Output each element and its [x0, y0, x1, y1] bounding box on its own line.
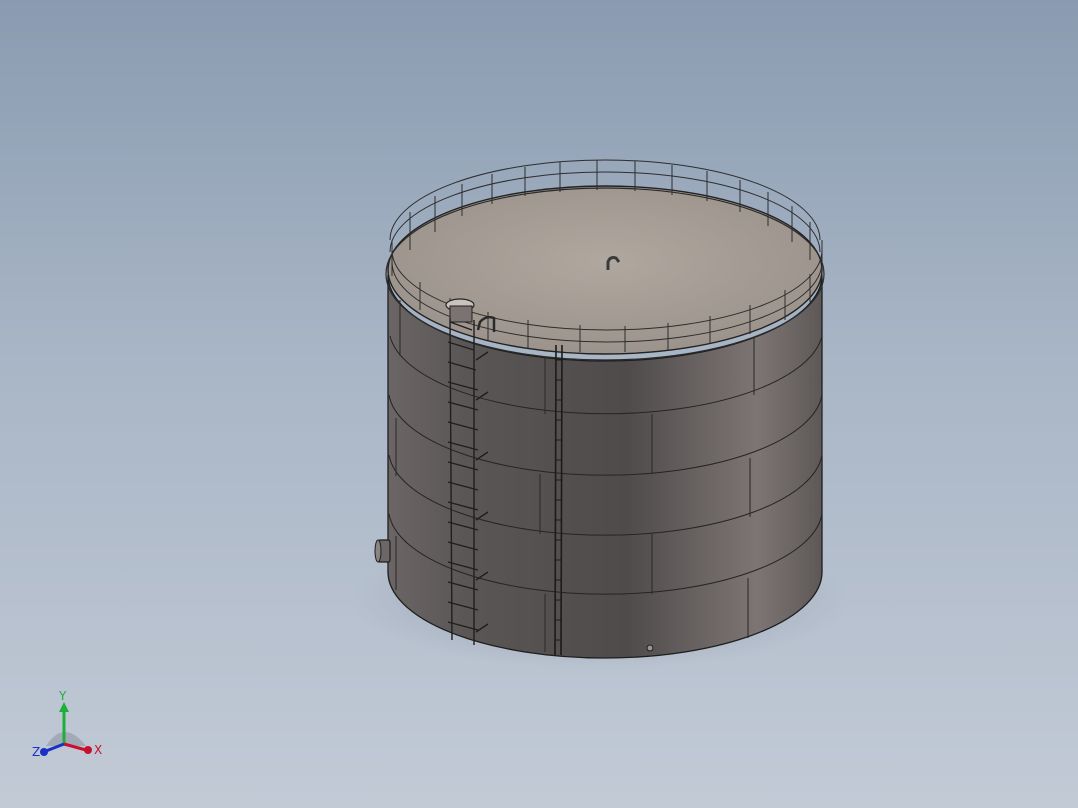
side-nozzle[interactable]	[374, 539, 391, 563]
tank-model[interactable]	[0, 0, 1078, 808]
view-orientation-triad[interactable]: Y X Z	[28, 688, 108, 760]
z-axis-label: Z	[32, 745, 40, 759]
z-axis-tip	[40, 748, 48, 756]
x-axis-label: X	[94, 743, 102, 757]
stair-landing	[449, 305, 473, 323]
y-axis-label: Y	[58, 689, 67, 703]
drain-plug[interactable]	[646, 644, 654, 652]
tank-roof[interactable]	[387, 185, 823, 355]
y-axis-arrow	[59, 702, 69, 712]
graphics-viewport[interactable]: Y X Z	[0, 0, 1078, 808]
x-axis-tip	[84, 746, 92, 754]
